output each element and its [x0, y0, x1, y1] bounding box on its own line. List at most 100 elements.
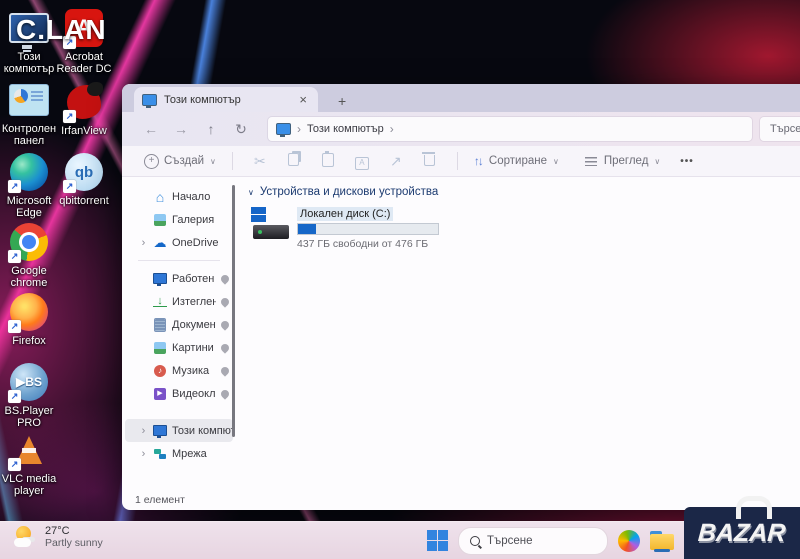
sort-button[interactable]: ↑↓ Сортиране ∨	[468, 154, 565, 168]
home-icon: ⌂	[153, 190, 167, 204]
sidebar-item-music[interactable]: ♪ Музика	[125, 359, 233, 382]
watermark-clan: C.LAN	[16, 14, 107, 46]
chevron-right-icon[interactable]: ›	[390, 122, 394, 136]
shortcut-arrow-icon: ↗	[8, 458, 21, 471]
taskbar: 27°C Partly sunny Търсене ⚙	[0, 521, 800, 559]
command-bar: + Създай ∨ ✂ A ↗ ↑↓ Сортиране ∨ Преглед …	[122, 146, 800, 177]
chevron-expand-icon[interactable]: ›	[139, 448, 148, 460]
desktop-icon-irfanview[interactable]: ↗ IrfanView	[55, 82, 113, 137]
sidebar-scrollbar[interactable]	[232, 185, 235, 437]
drive-capacity-text: 437 ГБ свободни от 476 ГБ	[297, 238, 439, 250]
new-button[interactable]: + Създай ∨	[138, 154, 222, 169]
sidebar-item-onedrive[interactable]: › ☁ OneDrive	[125, 231, 233, 254]
sidebar-item-desktop[interactable]: Работен пло	[125, 267, 233, 290]
chevron-down-icon: ∨	[210, 157, 216, 166]
drive-item-c[interactable]: Локален диск (C:) 437 ГБ свободни от 476…	[250, 207, 435, 250]
music-icon: ♪	[153, 365, 167, 377]
cut-icon[interactable]: ✂	[243, 153, 277, 170]
pin-icon	[219, 273, 230, 284]
item-count: 1 елемент	[135, 494, 185, 506]
taskbar-search-input[interactable]: Търсене	[458, 527, 608, 555]
weather-widget[interactable]: 27°C Partly sunny	[14, 525, 103, 549]
copy-icon[interactable]	[277, 153, 311, 169]
tab-close-icon[interactable]: ×	[296, 92, 310, 107]
paste-icon[interactable]	[311, 153, 345, 170]
view-icon	[585, 156, 597, 166]
view-button[interactable]: Преглед ∨	[579, 155, 666, 167]
sidebar-item-gallery[interactable]: Галерия	[125, 208, 233, 231]
gallery-icon	[153, 214, 167, 226]
new-tab-button[interactable]: +	[332, 93, 352, 112]
partly-sunny-icon	[14, 525, 38, 549]
sidebar-item-home[interactable]: ⌂ Начало	[125, 185, 233, 208]
pictures-icon	[153, 342, 167, 354]
shortcut-arrow-icon: ↗	[8, 180, 21, 193]
sidebar-item-network[interactable]: › Мрежа	[125, 442, 233, 465]
explorer-search-input[interactable]: Търсене	[760, 117, 800, 141]
desktop-icon-control-panel[interactable]: Контролен панел	[0, 80, 58, 147]
copilot-icon[interactable]	[618, 530, 640, 552]
navigation-pane: ⌂ Начало Галерия › ☁ OneDrive Работен пл…	[122, 177, 236, 490]
chevron-down-icon: ∨	[553, 157, 559, 166]
breadcrumb[interactable]: Този компютър	[307, 123, 384, 135]
search-icon	[470, 536, 480, 546]
start-button[interactable]	[427, 530, 448, 551]
divider	[138, 260, 220, 261]
sidebar-item-documents[interactable]: Документи	[125, 313, 233, 336]
desktop-icon-edge[interactable]: ↗ Microsoft Edge	[0, 152, 58, 219]
up-icon[interactable]: ↑	[196, 121, 226, 137]
sidebar-item-this-pc[interactable]: › Този компютър	[125, 419, 233, 442]
pin-icon	[219, 388, 230, 399]
divider	[457, 152, 458, 170]
videos-icon: ▶	[153, 388, 167, 400]
weather-temp: 27°C	[45, 525, 103, 537]
desktop-folder-icon	[153, 273, 167, 284]
documents-icon	[153, 318, 167, 332]
navigation-bar: ← → ↑ ↻ › Този компютър › Търсене	[122, 112, 800, 146]
chevron-right-icon[interactable]: ›	[297, 122, 301, 136]
chevron-expand-icon[interactable]: ›	[139, 425, 148, 437]
pin-icon	[219, 319, 230, 330]
shortcut-arrow-icon: ↗	[63, 110, 76, 123]
more-options-icon[interactable]: •••	[680, 156, 694, 167]
delete-icon[interactable]	[413, 153, 447, 169]
forward-icon[interactable]: →	[166, 121, 196, 137]
share-icon[interactable]: ↗	[379, 153, 413, 170]
refresh-icon[interactable]: ↻	[226, 121, 256, 138]
shortcut-arrow-icon: ↗	[63, 180, 76, 193]
desktop-icon-firefox[interactable]: ↗ Firefox	[0, 292, 58, 347]
control-panel-icon	[9, 84, 49, 116]
sidebar-item-pictures[interactable]: Картини	[125, 336, 233, 359]
tab-this-pc[interactable]: Този компютър ×	[134, 87, 318, 112]
rename-icon[interactable]: A	[345, 152, 379, 170]
sidebar-item-videos[interactable]: ▶ Видеоклипо	[125, 382, 233, 405]
this-pc-icon	[153, 425, 167, 436]
watermark-bazar: BAZAR	[684, 507, 800, 559]
drive-usage-bar	[297, 223, 439, 235]
drive-name: Локален диск (C:)	[297, 207, 393, 221]
file-explorer-window: Този компютър × + ← → ↑ ↻ › Този компютъ…	[122, 84, 800, 510]
downloads-icon: ↓	[153, 296, 167, 307]
divider	[232, 152, 233, 170]
file-explorer-icon[interactable]	[650, 531, 675, 551]
weather-condition: Partly sunny	[45, 537, 103, 549]
sidebar-item-downloads[interactable]: ↓ Изтеглени ф	[125, 290, 233, 313]
onedrive-icon: ☁	[153, 236, 167, 249]
group-header[interactable]: ∨ Устройства и дискови устройства	[248, 186, 800, 198]
shortcut-arrow-icon: ↗	[8, 390, 21, 403]
shortcut-arrow-icon: ↗	[8, 320, 21, 333]
chevron-down-icon[interactable]: ∨	[248, 188, 254, 197]
address-bar[interactable]: › Този компютър ›	[268, 117, 752, 141]
plus-icon: +	[144, 154, 159, 169]
desktop-icon-qbittorrent[interactable]: qb ↗ qbittorrent	[55, 152, 113, 207]
hard-drive-icon	[250, 207, 290, 239]
desktop-icon-bsplayer[interactable]: ▶BS ↗ BS.Player PRO	[0, 362, 58, 429]
chevron-expand-icon[interactable]: ›	[139, 237, 148, 249]
desktop-icon-chrome[interactable]: ↗ Google chrome	[0, 222, 58, 289]
desktop-icon-vlc[interactable]: ↗ VLC media player	[0, 430, 58, 497]
network-icon	[153, 449, 167, 459]
back-icon[interactable]: ←	[136, 121, 166, 137]
computer-icon	[276, 123, 291, 135]
windows-logo-icon	[251, 207, 266, 222]
drive-usage-fill	[298, 224, 316, 234]
